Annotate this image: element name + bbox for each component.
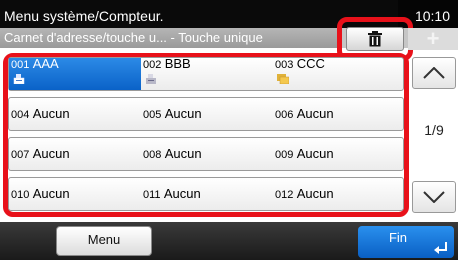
key-number: 003 xyxy=(275,59,294,71)
one-touch-key-002[interactable]: 002 BBB xyxy=(141,56,273,90)
key-number: 004 xyxy=(11,109,30,121)
key-label: Aucun xyxy=(164,106,202,121)
key-row: 007 Aucun 008 Aucun 009 Aucun xyxy=(8,137,404,171)
chevron-up-icon xyxy=(423,67,445,79)
key-label: Aucun xyxy=(164,146,202,161)
one-touch-key-009[interactable]: 009 Aucun xyxy=(273,138,405,170)
key-number: 009 xyxy=(275,149,294,161)
key-row: 001 AAA 002 BBB 003 CCC xyxy=(8,57,404,91)
one-touch-key-004[interactable]: 004 Aucun xyxy=(9,98,141,130)
trash-icon xyxy=(368,31,382,47)
plus-icon: + xyxy=(426,26,440,51)
enter-icon xyxy=(434,242,447,254)
key-label: BBB xyxy=(164,56,191,71)
key-number: 006 xyxy=(275,109,294,121)
key-label: Aucun xyxy=(32,186,70,201)
one-touch-key-008[interactable]: 008 Aucun xyxy=(141,138,273,170)
one-touch-key-grid: 001 AAA 002 BBB 003 CCC 004 Aucun 005 Au… xyxy=(8,57,404,213)
key-number: 008 xyxy=(143,149,162,161)
one-touch-key-006[interactable]: 006 Aucun xyxy=(273,98,405,130)
add-button[interactable]: + xyxy=(408,26,458,51)
page-indicator: 1/9 xyxy=(424,122,444,138)
one-touch-key-005[interactable]: 005 Aucun xyxy=(141,98,273,130)
menu-button[interactable]: Menu xyxy=(56,226,152,256)
clock: 10:10 xyxy=(414,8,450,24)
scroll-down-button[interactable] xyxy=(412,181,456,213)
page-title: Menu système/Compteur. xyxy=(4,8,164,24)
fax-icon xyxy=(146,74,156,84)
one-touch-key-001[interactable]: 001 AAA xyxy=(9,56,141,90)
key-row: 004 Aucun 005 Aucun 006 Aucun xyxy=(8,97,404,131)
one-touch-key-010[interactable]: 010 Aucun xyxy=(9,178,141,210)
key-number: 007 xyxy=(11,149,30,161)
key-number: 001 xyxy=(11,59,30,71)
fax-icon xyxy=(13,74,25,84)
one-touch-key-011[interactable]: 011 Aucun xyxy=(141,178,273,210)
scroll-up-button[interactable] xyxy=(412,57,456,89)
key-label: Aucun xyxy=(163,186,201,201)
key-label: AAA xyxy=(32,56,59,71)
key-number: 011 xyxy=(143,189,161,201)
key-label: Aucun xyxy=(32,106,70,121)
key-label: Aucun xyxy=(32,146,70,161)
key-label: Aucun xyxy=(296,106,334,121)
one-touch-key-012[interactable]: 012 Aucun xyxy=(273,178,405,210)
key-label: CCC xyxy=(296,56,325,71)
key-label: Aucun xyxy=(296,186,334,201)
key-label: Aucun xyxy=(296,146,334,161)
key-number: 002 xyxy=(143,59,162,71)
one-touch-key-007[interactable]: 007 Aucun xyxy=(9,138,141,170)
key-number: 010 xyxy=(11,189,30,201)
group-icon xyxy=(277,74,289,84)
fin-label: Fin xyxy=(388,230,408,245)
one-touch-key-003[interactable]: 003 CCC xyxy=(273,56,405,90)
pager: 1/9 xyxy=(412,57,458,213)
key-row: 010 Aucun 011 Aucun 012 Aucun xyxy=(8,177,404,211)
chevron-down-icon xyxy=(423,191,445,203)
breadcrumb: Carnet d'adresse/touche u... - Touche un… xyxy=(4,30,263,45)
key-number: 012 xyxy=(275,189,294,201)
fin-button[interactable]: Fin xyxy=(358,226,454,258)
delete-button[interactable] xyxy=(346,27,404,51)
key-number: 005 xyxy=(143,109,162,121)
